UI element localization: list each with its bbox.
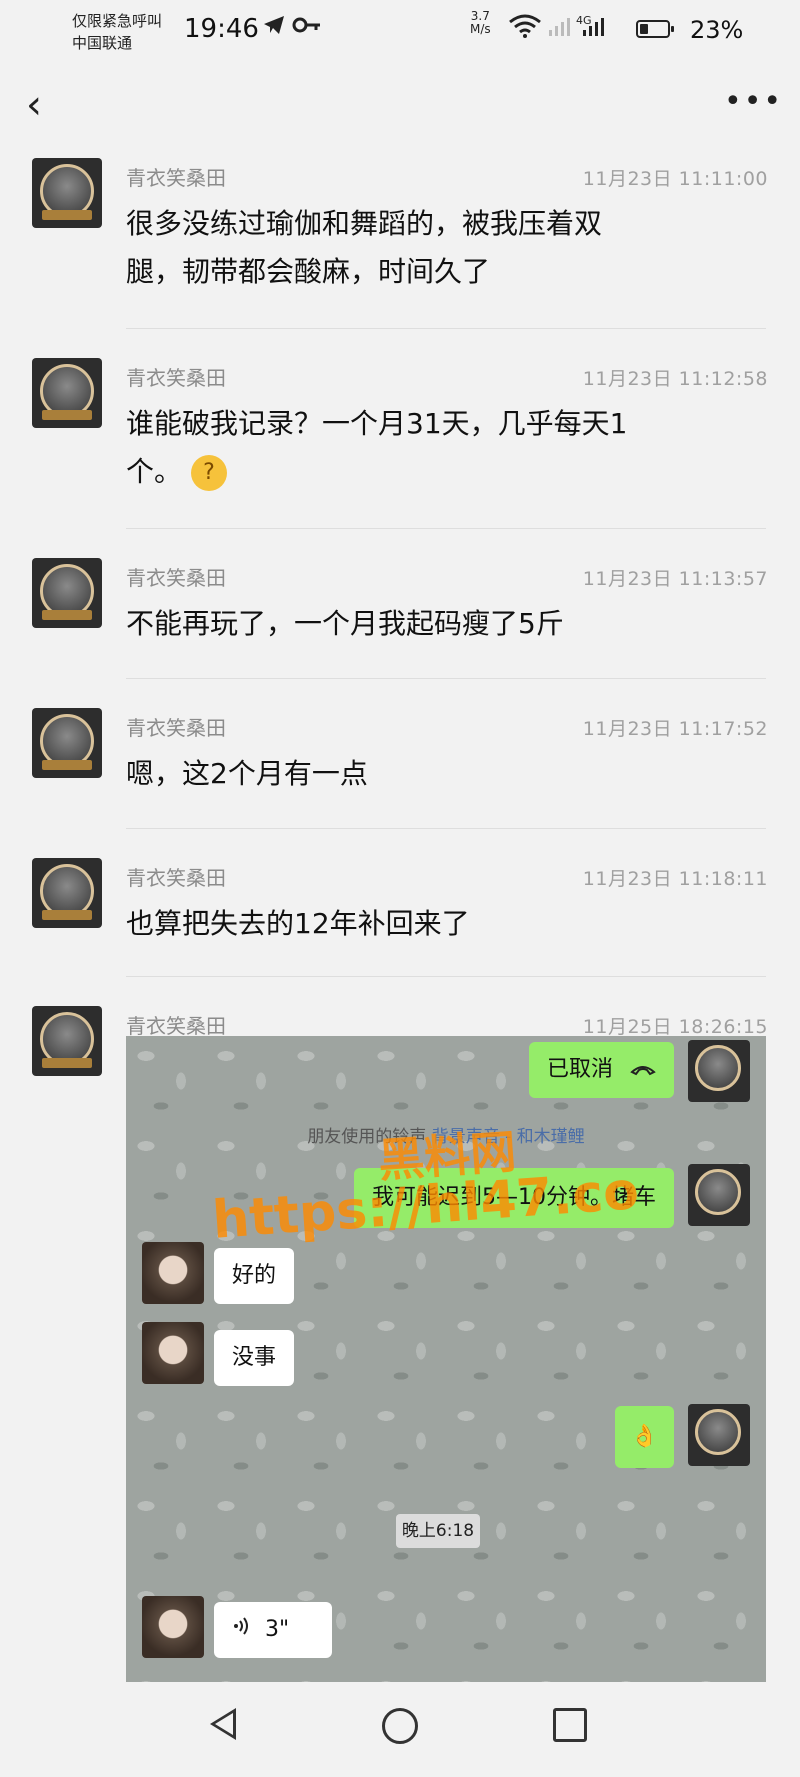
key-icon (292, 14, 322, 42)
reply-bubble: 好的 (214, 1248, 295, 1304)
timestamp: 11月23日 11:17:52 (582, 718, 768, 740)
avatar[interactable] (32, 558, 102, 628)
status-bar: 仅限紧急呼叫 中国联通 19:46 3.7 M/s 4G 23% (0, 0, 800, 58)
thinking-emoji-icon: ? (190, 455, 227, 491)
signal-icon-2 (582, 14, 608, 44)
clock: 19:46 (184, 14, 259, 44)
chat-screenshot-image[interactable]: 已取消 朋友使用的铃声 背景声音 - 和木瑾鲤 我可能迟到5—10分钟。堵车 好… (126, 1036, 766, 1682)
message-line: 个。 (126, 455, 183, 488)
ringtone-song-link: 背景声音 - 和木瑾鲤 (431, 1127, 585, 1147)
message-line: 腿，韧带都会酸麻，时间久了 (126, 255, 491, 288)
ok-emoji-bubble: 👌 (614, 1406, 674, 1468)
avatar (142, 1322, 204, 1384)
divider (126, 828, 766, 829)
avatar (142, 1596, 204, 1658)
battery-percent: 23% (690, 16, 744, 44)
late-message-text: 我可能迟到5—10分钟。堵车 (372, 1185, 656, 1210)
divider (126, 976, 766, 977)
message-text[interactable]: 不能再玩了，一个月我起码瘦了5斤 (126, 600, 716, 648)
avatar[interactable] (32, 1006, 102, 1076)
signal-icon (548, 14, 570, 44)
sender-name[interactable]: 青衣笑桑田 (126, 562, 226, 591)
timestamp: 11月23日 11:11:00 (582, 168, 768, 190)
timestamp: 11月23日 11:12:58 (582, 368, 768, 390)
message-line: 嗯，这2个月有一点 (126, 757, 368, 790)
back-triangle-icon[interactable] (210, 1708, 236, 1740)
message-text[interactable]: 嗯，这2个月有一点 (126, 750, 716, 798)
avatar (688, 1164, 750, 1226)
recents-square-icon[interactable] (553, 1708, 587, 1742)
carrier-label-2: 中国联通 (72, 34, 133, 52)
timestamp: 11月23日 11:13:57 (582, 568, 768, 590)
avatar (688, 1404, 750, 1466)
message-text[interactable]: 也算把失去的12年补回来了 (126, 900, 716, 948)
sender-name[interactable]: 青衣笑桑田 (126, 712, 226, 741)
divider (126, 678, 766, 679)
reply-text: 好的 (232, 1263, 277, 1288)
message-line: 很多没练过瑜伽和舞蹈的，被我压着双 (126, 207, 603, 240)
message-line: 不能再玩了，一个月我起码瘦了5斤 (126, 607, 564, 640)
voice-duration: 3" (265, 1617, 290, 1642)
avatar[interactable] (32, 708, 102, 778)
net-speed-unit: M/s (470, 22, 491, 36)
reply-text: 没事 (232, 1345, 277, 1370)
message-line: 也算把失去的12年补回来了 (126, 907, 470, 940)
late-message-bubble: 我可能迟到5—10分钟。堵车 (354, 1168, 674, 1228)
message-line: 谁能破我记录？一个月31天，几乎每天1 (126, 407, 628, 440)
ringtone-prefix: 朋友使用的铃声 (307, 1127, 427, 1147)
top-nav: ‹ ••• (0, 70, 800, 140)
divider (126, 328, 766, 329)
call-cancelled-bubble: 已取消 (528, 1042, 674, 1098)
avatar[interactable] (32, 858, 102, 928)
timestamp: 11月23日 11:18:11 (582, 868, 768, 890)
more-dots-icon[interactable]: ••• (724, 84, 783, 119)
timestamp: 11月25日 18:26:15 (582, 1016, 768, 1038)
sender-name[interactable]: 青衣笑桑田 (126, 162, 226, 191)
wifi-icon (508, 14, 542, 44)
ok-hand-icon: 👌 (630, 1424, 658, 1449)
sender-name[interactable]: 青衣笑桑田 (126, 862, 226, 891)
avatar (142, 1242, 204, 1304)
telegram-icon (262, 14, 286, 42)
phone-hangup-icon (630, 1042, 656, 1098)
avatar[interactable] (32, 358, 102, 428)
ringtone-notice: 朋友使用的铃声 背景声音 - 和木瑾鲤 (126, 1122, 766, 1147)
avatar[interactable] (32, 158, 102, 228)
voice-message-bubble: 3" (214, 1602, 332, 1658)
avatar (688, 1040, 750, 1102)
reply-bubble: 没事 (214, 1330, 295, 1386)
voice-wave-icon (232, 1602, 250, 1658)
call-cancelled-label: 已取消 (546, 1057, 613, 1082)
net-speed: 3.7 M/s (470, 10, 491, 36)
carrier-label-1: 仅限紧急呼叫 (72, 12, 163, 30)
message-text[interactable]: 很多没练过瑜伽和舞蹈的，被我压着双 腿，韧带都会酸麻，时间久了 (126, 200, 716, 296)
time-divider: 晚上6:18 (396, 1514, 480, 1548)
back-chevron-icon[interactable]: ‹ (26, 82, 42, 128)
sender-name[interactable]: 青衣笑桑田 (126, 1010, 226, 1039)
divider (126, 528, 766, 529)
home-circle-icon[interactable] (382, 1708, 418, 1744)
message-text[interactable]: 谁能破我记录？一个月31天，几乎每天1 个。 ? (126, 400, 716, 496)
sender-name[interactable]: 青衣笑桑田 (126, 362, 226, 391)
battery-icon (636, 20, 674, 38)
system-nav-bar (0, 1682, 800, 1777)
